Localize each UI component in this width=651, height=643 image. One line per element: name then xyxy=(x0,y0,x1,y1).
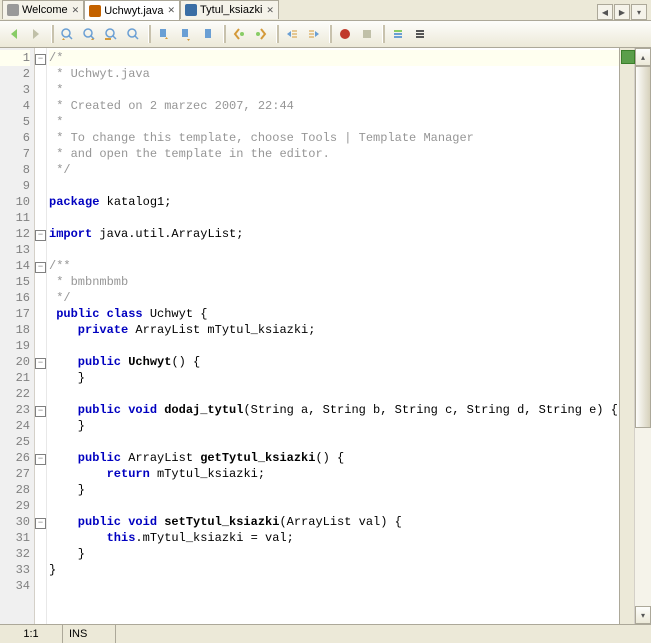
back-icon[interactable] xyxy=(4,24,24,44)
tab-tytul-ksiazki[interactable]: Tytul_ksiazki ✕ xyxy=(180,0,279,19)
tab-welcome[interactable]: Welcome ✕ xyxy=(2,0,84,19)
toggle-bookmark-icon[interactable] xyxy=(198,24,218,44)
file-icon xyxy=(89,5,101,17)
uncomment-icon[interactable] xyxy=(410,24,430,44)
tab-menu[interactable]: ▾ xyxy=(631,4,647,20)
fold-toggle[interactable]: − xyxy=(35,262,46,273)
fold-toggle[interactable]: − xyxy=(35,230,46,241)
tab-uchwyt-java[interactable]: Uchwyt.java ✕ xyxy=(84,0,180,20)
code-area[interactable]: /* * Uchwyt.java * * Created on 2 marzec… xyxy=(47,48,619,624)
tab-scroll-left[interactable]: ◀ xyxy=(597,4,613,20)
cursor-position: 1:1 xyxy=(0,625,63,643)
next-bookmark-icon[interactable] xyxy=(176,24,196,44)
forward-icon[interactable] xyxy=(26,24,46,44)
fold-toggle[interactable]: − xyxy=(35,406,46,417)
vertical-scrollbar[interactable]: ▴ ▾ xyxy=(634,48,651,624)
insert-mode: INS xyxy=(63,625,116,643)
find-next-icon[interactable] xyxy=(79,24,99,44)
fold-column[interactable]: − − − − − − − xyxy=(35,48,47,624)
close-icon[interactable]: ✕ xyxy=(168,5,176,16)
prev-bookmark-icon[interactable] xyxy=(154,24,174,44)
next-matching-icon[interactable] xyxy=(251,24,271,44)
toggle-highlight-icon[interactable] xyxy=(123,24,143,44)
tab-label: Uchwyt.java xyxy=(104,5,163,17)
prev-matching-icon[interactable] xyxy=(229,24,249,44)
tab-label: Welcome xyxy=(22,4,68,16)
line-gutter[interactable]: 1234567891011121314151617181920212223242… xyxy=(0,48,35,624)
status-ok-icon xyxy=(621,50,635,64)
file-icon xyxy=(7,4,19,16)
macro-stop-icon[interactable] xyxy=(357,24,377,44)
tab-bar: Welcome ✕ Uchwyt.java ✕ Tytul_ksiazki ✕ ◀ ▶ ▾ xyxy=(0,0,651,21)
status-bar: 1:1 INS xyxy=(0,624,651,643)
tab-scroll-right[interactable]: ▶ xyxy=(614,4,630,20)
fold-toggle[interactable]: − xyxy=(35,454,46,465)
file-icon xyxy=(185,4,197,16)
editor-toolbar xyxy=(0,21,651,48)
comment-icon[interactable] xyxy=(388,24,408,44)
code-editor[interactable]: 1234567891011121314151617181920212223242… xyxy=(0,48,651,624)
fold-toggle[interactable]: − xyxy=(35,358,46,369)
shift-right-icon[interactable] xyxy=(304,24,324,44)
fold-toggle[interactable]: − xyxy=(35,518,46,529)
shift-left-icon[interactable] xyxy=(282,24,302,44)
tab-label: Tytul_ksiazki xyxy=(200,4,262,16)
macro-record-icon[interactable] xyxy=(335,24,355,44)
find-prev-icon[interactable] xyxy=(57,24,77,44)
close-icon[interactable]: ✕ xyxy=(266,5,274,16)
find-selection-icon[interactable] xyxy=(101,24,121,44)
scroll-up-icon[interactable]: ▴ xyxy=(635,48,651,66)
scrollbar-thumb[interactable] xyxy=(635,66,651,428)
error-stripe[interactable] xyxy=(619,48,634,624)
scroll-down-icon[interactable]: ▾ xyxy=(635,606,651,624)
fold-toggle[interactable]: − xyxy=(35,54,46,65)
close-icon[interactable]: ✕ xyxy=(72,5,80,16)
